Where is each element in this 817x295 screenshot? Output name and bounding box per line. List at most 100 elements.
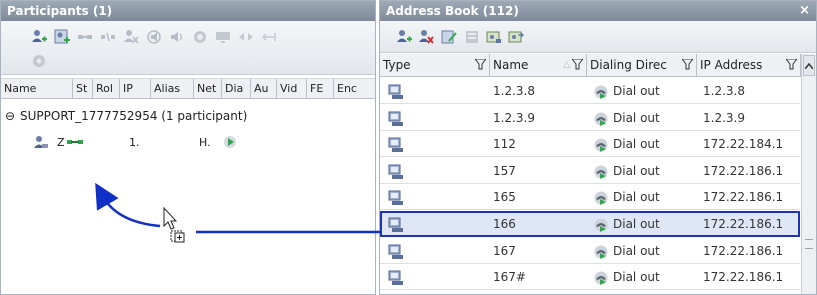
column-dialing-direction[interactable]: Dialing Direc	[587, 54, 697, 76]
column-ip-address[interactable]: IP Address	[697, 54, 801, 76]
participants-title: Participants (1)	[7, 4, 113, 18]
scroll-up-button[interactable]	[803, 55, 815, 76]
dial-out-icon	[593, 163, 609, 179]
address-book-row[interactable]: 167# Dial out 172.22.186.1	[380, 264, 800, 291]
address-book-row[interactable]: 165 Dial out 172.22.186.1	[380, 184, 800, 211]
move-participant-icon[interactable]	[261, 29, 277, 45]
participants-title-bar: Participants (1)	[1, 1, 375, 21]
column-role[interactable]: Rol	[93, 79, 120, 99]
row-ip-address: 172.22.186.1	[703, 163, 784, 178]
endpoint-type-icon	[388, 83, 404, 99]
block-audio-icon[interactable]	[169, 29, 185, 45]
column-ip-label: IP Address	[700, 58, 763, 72]
participant-name: Z	[57, 136, 65, 149]
address-book-row-selected[interactable]: 166 Dial out 172.22.186.1	[380, 211, 800, 237]
column-dialing[interactable]: Dia	[222, 79, 251, 99]
connect-icon[interactable]	[77, 29, 93, 45]
row-ip-address: 1.2.3.8	[703, 84, 745, 98]
row-name: 1.2.3.9	[493, 110, 535, 125]
delete-participant-icon[interactable]	[123, 29, 139, 45]
vertical-scrollbar[interactable]	[801, 54, 816, 294]
row-name: 112	[493, 137, 516, 152]
address-book-panel: Address Book (112) × Type Name △ Dialing…	[379, 0, 817, 295]
mute-audio-icon[interactable]	[146, 29, 162, 45]
column-network[interactable]: Net	[194, 79, 222, 99]
column-alias[interactable]: Alias	[151, 79, 194, 99]
column-type-label: Type	[383, 58, 411, 72]
suspend-video-icon[interactable]	[192, 29, 208, 45]
change-layout-icon[interactable]	[238, 29, 254, 45]
participant-dialing: H.	[199, 136, 211, 149]
disconnect-icon[interactable]	[100, 29, 116, 45]
monitor-icon[interactable]	[215, 29, 231, 45]
row-name: 1.2.3.8	[493, 84, 535, 98]
row-ip-address: 172.22.184.1	[703, 137, 784, 152]
address-book-row[interactable]: 112 Dial out 172.22.184.1	[380, 131, 800, 158]
endpoint-type-icon	[388, 136, 404, 153]
participants-panel: Participants (1) Name St Rol IP Alias Ne…	[0, 0, 376, 295]
conference-row[interactable]: ⊖ SUPPORT_1777752954 (1 participant)	[1, 107, 375, 125]
save-to-address-book-icon[interactable]	[31, 53, 47, 69]
endpoint-type-icon	[388, 189, 404, 206]
properties-icon[interactable]	[464, 29, 480, 45]
endpoint-type-icon	[388, 269, 404, 286]
address-book-title-bar: Address Book (112) ×	[380, 1, 816, 21]
collapse-toggle[interactable]: ⊖	[5, 107, 15, 125]
address-book-column-header: Type Name △ Dialing Direc IP Address	[380, 54, 816, 77]
add-from-address-book-icon[interactable]	[54, 29, 70, 45]
column-video[interactable]: Vid	[277, 79, 307, 99]
row-name: 167#	[493, 270, 526, 285]
column-ip[interactable]: IP	[120, 79, 151, 99]
address-book-row[interactable]: 1.2.3.9 Dial out 1.2.3.9	[380, 105, 800, 131]
add-participant-icon[interactable]	[31, 29, 47, 45]
row-dialing-direction: Dial out	[613, 110, 660, 125]
participants-column-header: Name St Rol IP Alias Net Dia Au Vid FE E…	[1, 78, 375, 99]
row-name: 167	[493, 243, 516, 258]
participants-toolbar	[1, 21, 375, 75]
row-name: 165	[493, 190, 516, 205]
dial-out-icon	[593, 83, 609, 99]
endpoint-type-icon	[388, 163, 404, 179]
column-name[interactable]: Name △	[490, 54, 587, 76]
delete-participant-icon[interactable]	[418, 29, 434, 45]
column-type[interactable]: Type	[380, 54, 490, 76]
column-audio[interactable]: Au	[251, 79, 277, 99]
sort-ascending-icon: △	[563, 60, 570, 70]
dial-out-icon	[593, 216, 609, 232]
address-book-title: Address Book (112)	[386, 4, 519, 18]
column-encryption[interactable]: Enc	[334, 79, 375, 99]
filter-icon[interactable]	[572, 59, 583, 70]
row-dialing-direction: Dial out	[613, 190, 660, 205]
address-book-row[interactable]: 157 Dial out 172.22.186.1	[380, 158, 800, 184]
participant-ip: 1.	[129, 136, 140, 149]
filter-icon[interactable]	[682, 59, 693, 70]
row-dialing-direction: Dial out	[613, 84, 660, 98]
row-ip-address: 172.22.186.1	[703, 243, 784, 258]
address-book-row[interactable]: 167 Dial out 172.22.186.1	[380, 238, 800, 264]
address-book-row[interactable]: 1.2.3.8 Dial out 1.2.3.8	[380, 78, 800, 104]
connected-status-icon	[67, 136, 83, 151]
dial-out-icon	[593, 136, 609, 153]
row-name: 166	[493, 217, 516, 231]
scroll-thumb-grip[interactable]	[805, 239, 813, 249]
column-status[interactable]: St	[73, 79, 93, 99]
column-name[interactable]: Name	[1, 79, 73, 99]
dial-out-icon	[222, 134, 238, 153]
row-dialing-direction: Dial out	[613, 137, 660, 152]
import-icon[interactable]	[486, 29, 502, 45]
row-ip-address: 172.22.186.1	[703, 217, 784, 231]
dial-out-icon	[593, 269, 609, 286]
edit-participant-icon[interactable]	[441, 29, 457, 45]
endpoint-type-icon	[388, 216, 404, 232]
new-participant-icon[interactable]	[396, 29, 412, 45]
dial-out-icon	[593, 189, 609, 206]
filter-icon[interactable]	[475, 59, 486, 70]
column-fecc[interactable]: FE	[307, 79, 334, 99]
address-book-toolbar	[380, 21, 816, 53]
column-name-label: Name	[493, 58, 529, 72]
export-icon[interactable]	[508, 29, 524, 45]
participant-row[interactable]: Z 1. H.	[1, 134, 375, 152]
close-icon[interactable]: ×	[799, 1, 810, 21]
endpoint-type-icon	[388, 110, 404, 126]
filter-icon[interactable]	[786, 59, 797, 70]
